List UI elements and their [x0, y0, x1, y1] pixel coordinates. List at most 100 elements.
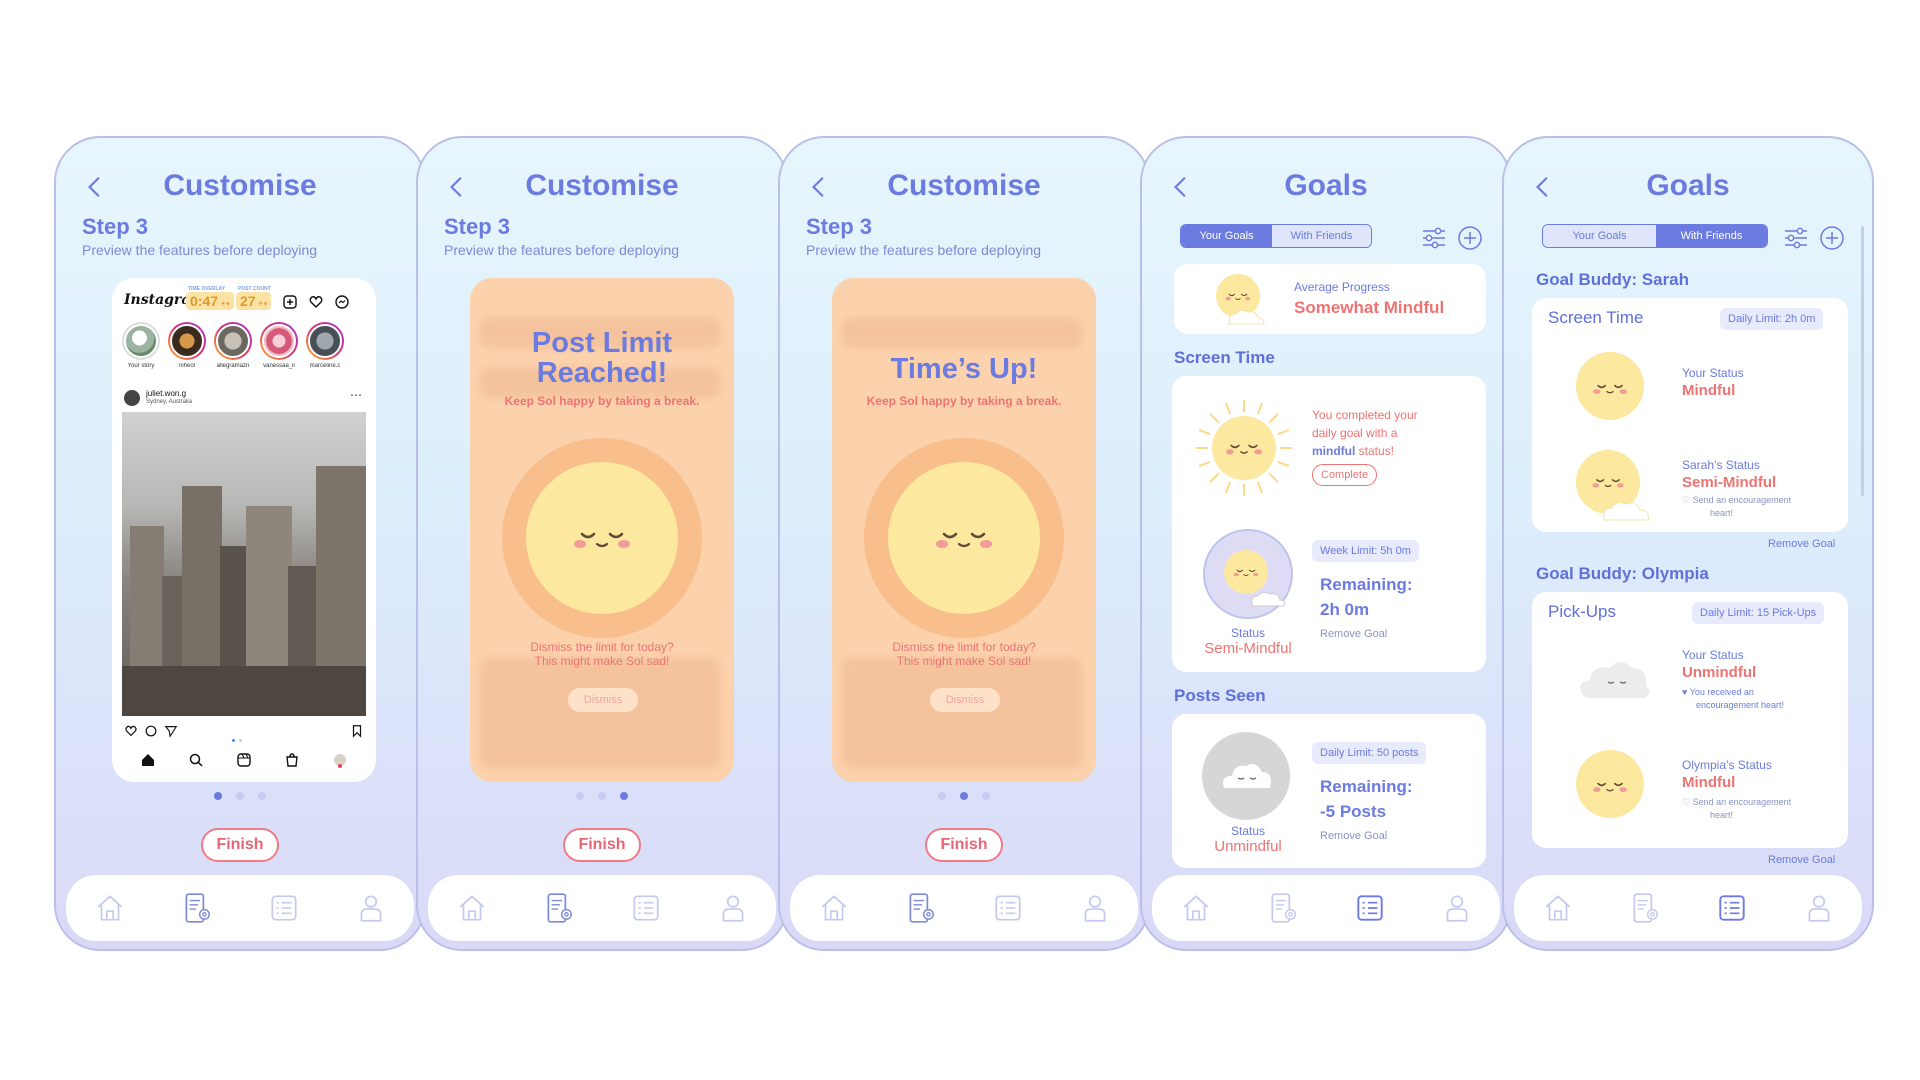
customise-phone-icon[interactable] [180, 891, 214, 925]
remove-goal-link[interactable]: Remove Goal [1768, 854, 1835, 866]
step-label: Step 3 [82, 214, 149, 239]
goals-list-icon[interactable] [1715, 891, 1749, 925]
sun-cloud-icon [1216, 274, 1265, 325]
page-dot[interactable] [938, 792, 946, 800]
finish-button[interactable]: Finish [563, 828, 641, 862]
tab-with-friends[interactable]: With Friends [1655, 225, 1767, 247]
time-overlay-badge: 0:47 ☀▾ [186, 292, 234, 310]
dismiss-button[interactable]: Dismiss [568, 688, 638, 712]
new-post-icon[interactable] [282, 294, 298, 310]
step-label: Step 3 [806, 214, 873, 239]
tab-your-goals[interactable]: Your Goals [1543, 225, 1656, 247]
your-status-value: Mindful [1682, 382, 1736, 399]
avatar[interactable] [124, 390, 140, 406]
ig-search-icon[interactable] [188, 752, 204, 768]
more-icon[interactable]: ⋯ [350, 388, 362, 402]
step-subtitle: Preview the features before deploying [82, 242, 318, 258]
completed-message: You completed your daily goal with a min… [1312, 408, 1418, 458]
bottom-nav [790, 875, 1138, 941]
sun-mascot-icon [502, 438, 702, 638]
home-icon[interactable] [1541, 891, 1575, 925]
ig-reels-icon[interactable] [236, 752, 252, 768]
remove-goal-link[interactable]: Remove Goal [1320, 830, 1387, 842]
customise-phone-icon[interactable] [904, 891, 938, 925]
screen-goals-yours: Goals Your Goals With Friends Average Pr… [1140, 136, 1512, 951]
home-icon[interactable] [1179, 891, 1213, 925]
page-dot[interactable] [258, 792, 266, 800]
tab-with-friends[interactable]: With Friends [1272, 225, 1371, 247]
post-username[interactable]: juliet.won.g [146, 389, 186, 398]
daily-limit-chip: Daily Limit: 15 Pick-Ups [1692, 602, 1825, 624]
send-heart-link[interactable]: ♡ Send an encouragement heart! [1682, 796, 1791, 822]
ig-shop-icon[interactable] [284, 752, 300, 768]
filter-icon[interactable] [1420, 224, 1448, 252]
posts-seen-heading: Posts Seen [1174, 686, 1266, 705]
tab-your-goals[interactable]: Your Goals [1181, 225, 1273, 247]
add-goal-icon[interactable] [1456, 224, 1484, 252]
step-subtitle: Preview the features before deploying [444, 242, 680, 258]
remove-goal-link[interactable]: Remove Goal [1320, 628, 1387, 640]
profile-icon[interactable] [1802, 891, 1836, 925]
post-photo [122, 412, 366, 716]
story-allegramazn[interactable]: allegramazn [214, 322, 252, 369]
customise-phone-icon[interactable] [1266, 891, 1300, 925]
page-dot[interactable] [960, 792, 968, 800]
ig-home-icon[interactable] [140, 752, 156, 768]
profile-icon[interactable] [354, 891, 388, 925]
goals-list-icon[interactable] [991, 891, 1025, 925]
page-title: Customise [163, 169, 317, 202]
friend-status-value: Semi-Mindful [1682, 474, 1777, 491]
page-dot[interactable] [576, 792, 584, 800]
dismiss-button[interactable]: Dismiss [930, 688, 1000, 712]
page-dot[interactable] [236, 792, 244, 800]
finish-button[interactable]: Finish [925, 828, 1003, 862]
header: Customise [418, 164, 786, 208]
messenger-icon[interactable] [334, 294, 350, 310]
goals-list-icon[interactable] [629, 891, 663, 925]
comment-icon[interactable] [144, 724, 158, 738]
page-indicator [780, 792, 1148, 800]
scrollbar[interactable] [1861, 226, 1864, 496]
friend-status-label: Sarah’s Status [1682, 458, 1760, 472]
ig-profile-icon[interactable] [332, 752, 348, 768]
heart-filled-icon: ♥ [1682, 687, 1688, 697]
post-header: juliet.won.g Sydney, Australia ⋯ [124, 388, 364, 408]
story-niheol[interactable]: niheol [168, 322, 206, 369]
bookmark-icon[interactable] [350, 724, 364, 738]
customise-phone-icon[interactable] [1628, 891, 1662, 925]
step-subtitle: Preview the features before deploying [806, 242, 1042, 258]
screen-time-status: Status Semi-Mindful [1204, 626, 1292, 657]
home-icon[interactable] [93, 891, 127, 925]
page-dot[interactable] [598, 792, 606, 800]
profile-icon[interactable] [1078, 891, 1112, 925]
filter-icon[interactable] [1782, 224, 1810, 252]
goals-list-icon[interactable] [267, 891, 301, 925]
home-icon[interactable] [455, 891, 489, 925]
profile-icon[interactable] [716, 891, 750, 925]
story-marceline[interactable]: marceline.c [306, 322, 344, 369]
instagram-preview: Instagram TIME OVERLAY POST COUNT 0:47 ☀… [112, 278, 376, 782]
like-icon[interactable] [124, 724, 138, 738]
page-dot[interactable] [214, 792, 222, 800]
customise-phone-icon[interactable] [542, 891, 576, 925]
bottom-nav [1514, 875, 1862, 941]
story-your[interactable]: Your story [122, 322, 160, 369]
sun-rays-icon [1196, 400, 1292, 496]
average-progress-label: Average Progress [1294, 280, 1390, 294]
profile-icon[interactable] [1440, 891, 1474, 925]
page-dot[interactable] [982, 792, 990, 800]
home-icon[interactable] [817, 891, 851, 925]
remove-goal-link[interactable]: Remove Goal [1768, 538, 1835, 550]
send-heart-link[interactable]: ♡ Send an encouragement heart! [1682, 494, 1791, 520]
complete-badge: Complete [1312, 464, 1378, 486]
finish-button[interactable]: Finish [201, 828, 279, 862]
story-vanessaa[interactable]: vanessaa_li [260, 322, 298, 369]
header: Customise [780, 164, 1148, 208]
daily-limit-chip: Daily Limit: 50 posts [1312, 742, 1427, 764]
popup-message: Keep Sol happy by taking a break. [504, 394, 700, 408]
page-dot[interactable] [620, 792, 628, 800]
goals-list-icon[interactable] [1353, 891, 1387, 925]
share-icon[interactable] [164, 724, 178, 738]
heart-icon[interactable] [308, 294, 324, 310]
add-goal-icon[interactable] [1818, 224, 1846, 252]
